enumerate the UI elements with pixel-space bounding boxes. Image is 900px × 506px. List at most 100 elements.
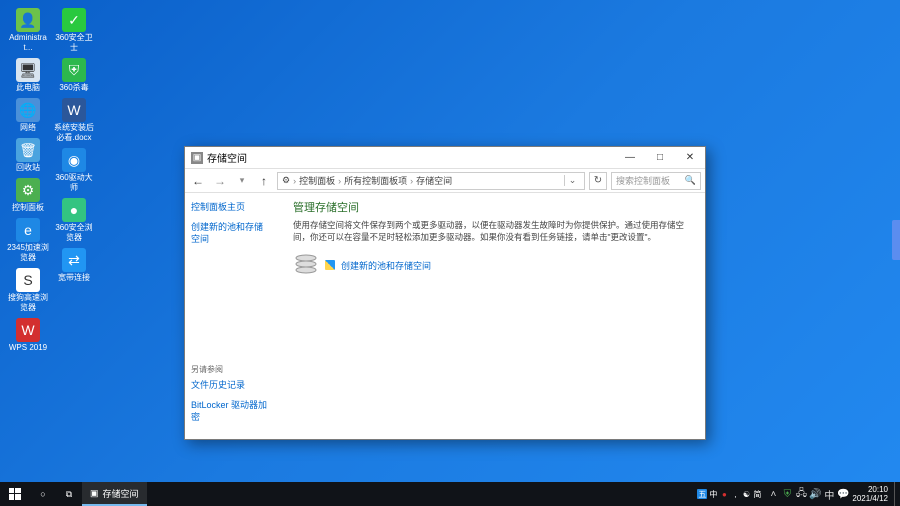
icon-label: 2345加速浏览器	[6, 243, 50, 263]
desktop-icon[interactable]: 🖥此电脑	[6, 56, 50, 95]
search-button[interactable]: ○	[30, 482, 56, 506]
desktop-icon[interactable]: ●360安全浏览器	[52, 196, 96, 245]
close-button[interactable]: ✕	[675, 148, 705, 168]
back-button[interactable]: ←	[189, 172, 207, 190]
forward-button[interactable]: →	[211, 172, 229, 190]
tray-volume-icon[interactable]: 🔊	[808, 482, 822, 506]
desktop-icon[interactable]: WWPS 2019	[6, 316, 50, 355]
desktop-icon[interactable]: S搜狗高速浏览器	[6, 266, 50, 315]
tray-action-icon[interactable]: 💬	[836, 482, 850, 506]
icon-label: 搜狗高速浏览器	[6, 293, 50, 313]
ime-item[interactable]: ,	[730, 489, 740, 499]
drives-icon	[293, 253, 319, 277]
addr-dropdown[interactable]: ⌄	[564, 175, 580, 186]
start-button[interactable]	[0, 482, 30, 506]
icon-label: 控制面板	[12, 203, 44, 213]
control-panel-window: ▣ 存储空间 — □ ✕ ← → ▾ ↑ ⚙ › 控制面板 › 所有控制面板项 …	[184, 146, 706, 440]
icon-label: 网络	[20, 123, 36, 133]
clock[interactable]: 20:10 2021/4/12	[850, 485, 894, 503]
desktop-icon[interactable]: ⇄宽带连接	[52, 246, 96, 285]
tray-safe-icon[interactable]: ⛨	[780, 482, 794, 506]
titlebar[interactable]: ▣ 存储空间 — □ ✕	[185, 147, 705, 169]
icon-label: 回收站	[16, 163, 40, 173]
ime-item[interactable]: 五	[697, 489, 707, 499]
sidebar-home[interactable]: 控制面板主页	[191, 201, 271, 213]
side-panel-tab[interactable]	[892, 220, 900, 260]
up-button[interactable]: ↑	[255, 172, 273, 190]
taskbar-app-storage[interactable]: ▣ 存储空间	[82, 482, 147, 506]
create-pool-action[interactable]: 创建新的池和存储空间	[293, 253, 689, 277]
tray-up-icon[interactable]: ˄	[766, 482, 780, 506]
breadcrumb[interactable]: 所有控制面板项	[344, 174, 407, 187]
desktop-icon[interactable]: ⚙控制面板	[6, 176, 50, 215]
minimize-button[interactable]: —	[615, 148, 645, 168]
app-icon: ▣	[191, 152, 203, 164]
desktop-icon[interactable]: 👤Administrat...	[6, 6, 50, 55]
icon-label: 360安全卫士	[52, 33, 96, 53]
page-description: 使用存储空间将文件保存到两个或更多驱动器，以便在驱动器发生故障时为你提供保护。通…	[293, 219, 689, 243]
maximize-button[interactable]: □	[645, 148, 675, 168]
desktop-icon[interactable]: ◉360驱动大师	[52, 146, 96, 195]
sidebar-bitlocker[interactable]: BitLocker 驱动器加密	[191, 399, 271, 423]
icon-label: 360安全浏览器	[52, 223, 96, 243]
icon-glyph: W	[62, 98, 86, 122]
icon-glyph: ◉	[62, 148, 86, 172]
taskview-button[interactable]: ⧉	[56, 482, 82, 506]
icon-label: 此电脑	[16, 83, 40, 93]
ime-item[interactable]: 中	[708, 489, 718, 499]
desktop-icon[interactable]: ✓360安全卫士	[52, 6, 96, 55]
icon-label: 宽带连接	[58, 273, 90, 283]
ime-item[interactable]: ●	[719, 489, 729, 499]
window-title: 存储空间	[207, 150, 615, 165]
tray-ime-icon[interactable]: 中	[822, 482, 836, 506]
address-bar[interactable]: ⚙ › 控制面板 › 所有控制面板项 › 存储空间 ⌄	[277, 172, 585, 190]
icon-glyph: 🌐	[16, 98, 40, 122]
icon-glyph: e	[16, 218, 40, 242]
icon-glyph: ●	[62, 198, 86, 222]
sidebar-create-link[interactable]: 创建新的池和存储空间	[191, 221, 271, 245]
icon-glyph: S	[16, 268, 40, 292]
desktop-icon[interactable]: 🗑回收站	[6, 136, 50, 175]
shield-icon	[325, 260, 335, 270]
desktop-icon[interactable]: 🌐网络	[6, 96, 50, 135]
breadcrumb-icon: ⚙	[282, 175, 290, 186]
recent-button[interactable]: ▾	[233, 172, 251, 190]
icon-label: 系统安装后必看.docx	[52, 123, 96, 143]
refresh-button[interactable]: ↻	[589, 172, 607, 190]
taskbar-app-label: 存储空间	[103, 487, 139, 500]
ime-item[interactable]: 简	[752, 489, 762, 499]
icon-glyph: W	[16, 318, 40, 342]
icon-label: WPS 2019	[9, 343, 47, 353]
search-input[interactable]: 搜索控制面板 🔍	[611, 172, 701, 190]
nav-row: ← → ▾ ↑ ⚙ › 控制面板 › 所有控制面板项 › 存储空间 ⌄ ↻ 搜索…	[185, 169, 705, 193]
tray: 五中●,☯简 ˄ ⛨ 🖧 🔊 中 💬 20:10 2021/4/12	[691, 482, 900, 506]
show-desktop[interactable]	[894, 482, 898, 506]
icon-glyph: 🗑	[16, 138, 40, 162]
ime-item[interactable]: ☯	[741, 489, 751, 499]
icon-glyph: ⇄	[62, 248, 86, 272]
breadcrumb[interactable]: 存储空间	[416, 174, 452, 187]
icon-glyph: ⚙	[16, 178, 40, 202]
sidebar-filehistory[interactable]: 文件历史记录	[191, 379, 271, 391]
desktop-icon[interactable]: W系统安装后必看.docx	[52, 96, 96, 145]
tray-net-icon[interactable]: 🖧	[794, 482, 808, 506]
desktop: 👤Administrat...🖥此电脑🌐网络🗑回收站⚙控制面板e2345加速浏览…	[6, 6, 96, 355]
app-icon: ▣	[90, 488, 99, 499]
main-pane: 管理存储空间 使用存储空间将文件保存到两个或更多驱动器，以便在驱动器发生故障时为…	[277, 193, 705, 439]
desktop-icon[interactable]: e2345加速浏览器	[6, 216, 50, 265]
desktop-icon[interactable]: ⛨360杀毒	[52, 56, 96, 95]
create-pool-link[interactable]: 创建新的池和存储空间	[341, 259, 431, 272]
page-heading: 管理存储空间	[293, 199, 689, 215]
icon-label: 360驱动大师	[52, 173, 96, 193]
icon-glyph: ✓	[62, 8, 86, 32]
taskbar: ○ ⧉ ▣ 存储空间 五中●,☯简 ˄ ⛨ 🖧 🔊 中 💬 20:10 2021…	[0, 482, 900, 506]
icon-glyph: ⛨	[62, 58, 86, 82]
breadcrumb[interactable]: 控制面板	[299, 174, 335, 187]
icon-glyph: 👤	[16, 8, 40, 32]
icon-label: 360杀毒	[59, 83, 88, 93]
search-icon: 🔍	[685, 175, 696, 186]
sidebar-seealso: 另请参阅	[191, 364, 271, 375]
ime-bar[interactable]: 五中●,☯简	[693, 489, 766, 499]
icon-glyph: 🖥	[16, 58, 40, 82]
sidebar: 控制面板主页 创建新的池和存储空间 另请参阅 文件历史记录 BitLocker …	[185, 193, 277, 439]
